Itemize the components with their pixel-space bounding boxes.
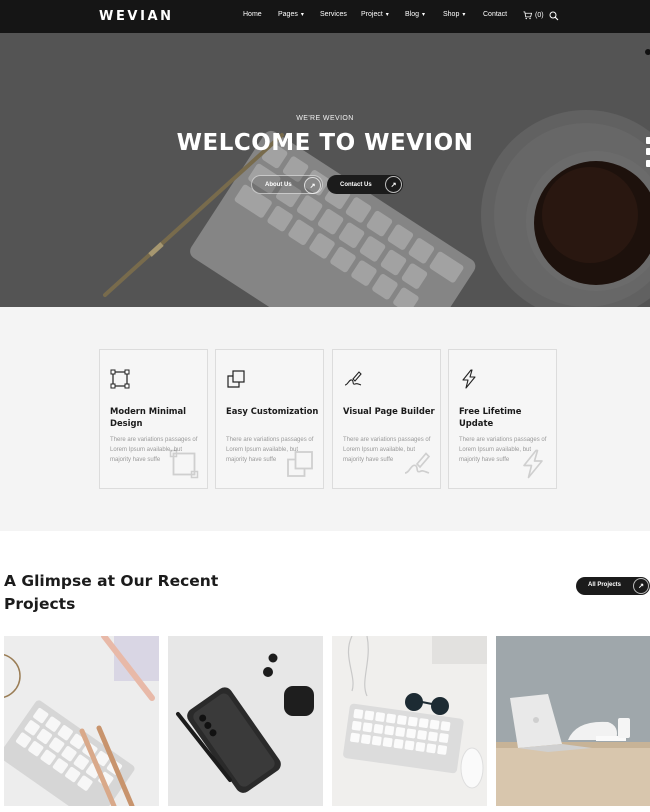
hero-background-photo [0,33,650,307]
project-card[interactable] [496,636,650,806]
signature-icon [344,371,362,386]
about-us-button[interactable]: About Us ↗ [251,175,323,194]
keyboard-and-pens-photo [4,636,159,806]
nav-services-label: Services [320,11,347,18]
side-widget-tab[interactable] [646,137,650,144]
nav-shop[interactable]: Shop ▾ [443,11,465,18]
hero-title: WELCOME TO WEVION [176,130,474,156]
nav-services[interactable]: Services [320,11,347,18]
nav-home[interactable]: Home [243,11,262,18]
all-projects-label: All Projects [588,582,622,588]
feature-card: Visual Page Builder There are variations… [332,349,441,489]
project-card[interactable] [4,636,159,806]
side-widget-tab[interactable] [646,160,650,167]
nav-pages[interactable]: Pages ▾ [278,11,304,18]
copy-icon [227,370,245,388]
keyboard-and-sunglasses-photo [332,636,487,806]
about-us-label: About Us [265,181,292,188]
nav-contact-label: Contact [483,11,508,18]
chevron-down-icon: ▾ [300,11,304,18]
nav-shop-label: Shop [443,11,460,18]
chevron-down-icon: ▾ [422,11,426,18]
arrow-up-right-icon: ↗ [633,578,649,594]
features-section: Modern Minimal Design There are variatio… [0,307,650,531]
feature-card: Easy Customization There are variations … [215,349,324,489]
lightning-icon [523,449,543,479]
chevron-down-icon: ▾ [462,11,466,18]
feature-card: Free Lifetime Update There are variation… [448,349,557,489]
nav-project[interactable]: Project ▾ [361,11,389,18]
nav-blog[interactable]: Blog ▾ [405,11,425,18]
contact-us-label: Contact Us [340,181,372,188]
project-card[interactable] [332,636,487,806]
lightning-icon [462,369,476,389]
vector-square-icon [110,369,130,389]
search-icon[interactable] [549,11,559,21]
laptop-on-desk-photo [496,636,650,806]
cart-count: (0) [535,12,544,19]
slider-dot[interactable] [645,49,650,55]
nav-blog-label: Blog [405,11,420,18]
contact-us-button[interactable]: Contact Us ↗ [327,175,403,194]
project-card[interactable] [168,636,323,806]
top-navbar: WEVIAN Home Pages ▾ Services Project ▾ B… [0,0,650,33]
feature-title: Free Lifetime Update [459,406,522,428]
copy-icon [287,451,313,477]
smartphone-and-earbuds-photo [168,636,323,806]
arrow-up-right-icon: ↗ [385,176,402,193]
nav-project-label: Project [361,11,383,18]
vector-square-icon [169,449,199,479]
side-widget-tab[interactable] [646,148,650,155]
nav-pages-label: Pages [278,11,298,18]
feature-title: Modern Minimal Design [110,406,187,428]
feature-title: Easy Customization [226,406,319,416]
cart-button[interactable]: (0) [523,11,544,20]
projects-heading-line1: A Glimpse at Our Recent [4,572,219,590]
nav-home-label: Home [243,11,262,18]
cart-icon [523,11,532,20]
feature-card: Modern Minimal Design There are variatio… [99,349,208,489]
feature-title: Visual Page Builder [343,406,435,416]
hero-tagline: WE'RE WEVION [296,115,354,122]
projects-heading: A Glimpse at Our Recent Projects [4,570,218,616]
projects-heading-line2: Projects [4,595,76,613]
all-projects-button[interactable]: All Projects ↗ [576,577,650,595]
hero-section: WE'RE WEVION WELCOME TO WEVION About Us … [0,33,650,307]
signature-icon [404,452,431,474]
chevron-down-icon: ▾ [385,11,389,18]
nav-contact[interactable]: Contact [483,11,507,18]
arrow-up-right-icon: ↗ [304,177,321,194]
